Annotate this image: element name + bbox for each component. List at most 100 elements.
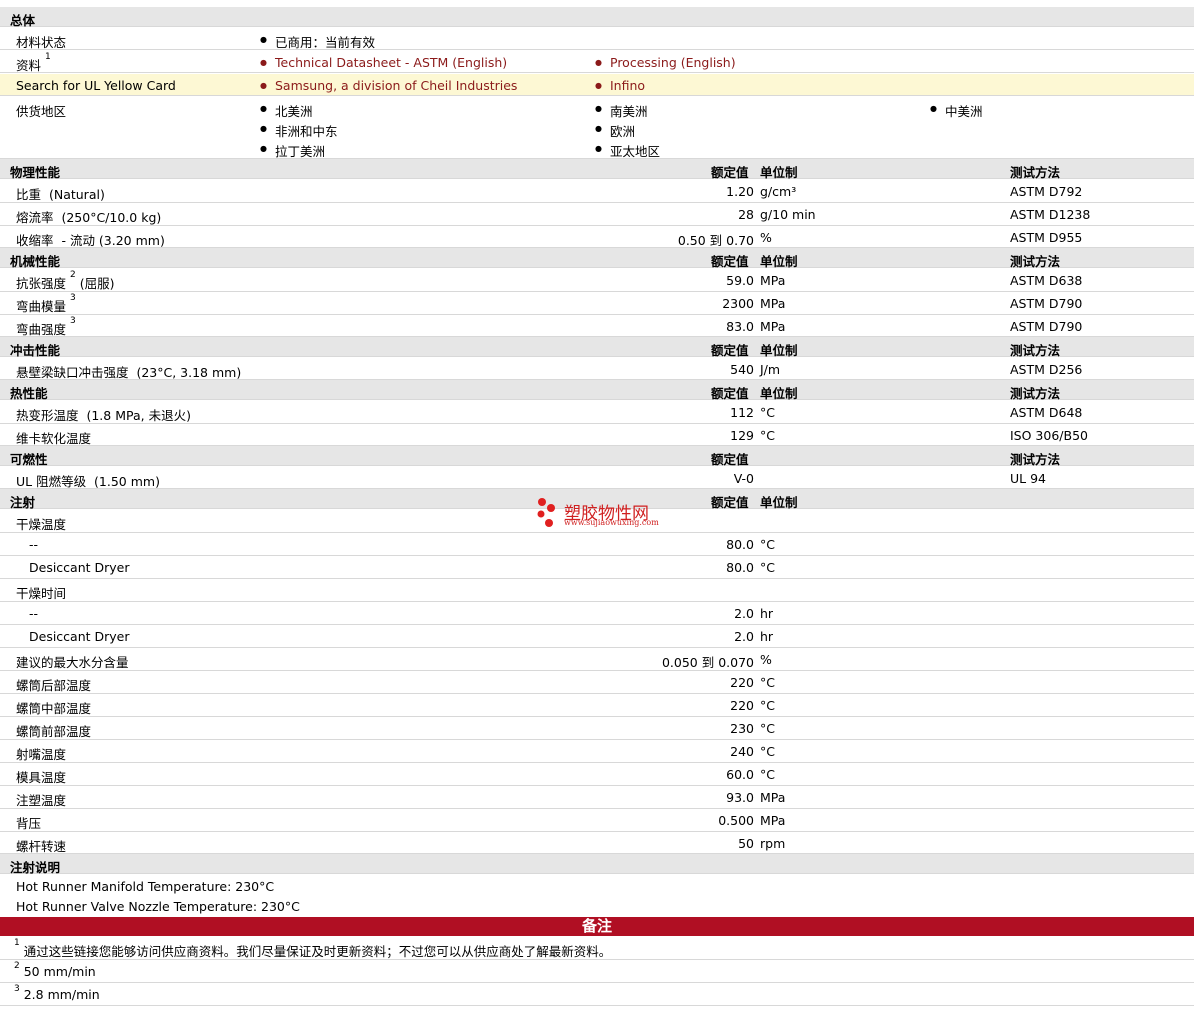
- docs-row: 资料 1 Technical Datasheet - ASTM (English…: [0, 51, 1194, 73]
- property-row: UL 阻燃等级 (1.50 mm) V-0 UL 94: [0, 467, 1194, 489]
- method-header: 测试方法: [1010, 452, 1061, 467]
- property-value: 112: [730, 405, 754, 420]
- nominal-header: 额定值: [711, 495, 749, 510]
- property-condition: (1.8 MPa, 未退火): [86, 408, 191, 423]
- property-unit: °C: [760, 537, 775, 552]
- property-name: 射嘴温度: [16, 747, 67, 762]
- property-name: Desiccant Dryer: [29, 629, 130, 644]
- property-name: 背压: [16, 816, 42, 831]
- property-name: 模具温度: [16, 770, 67, 785]
- property-unit: °C: [760, 767, 775, 782]
- notes-header: 备注: [0, 917, 1194, 936]
- region-item: 北美洲: [260, 101, 312, 120]
- property-name: 熔流率: [16, 210, 54, 225]
- property-value: 0.500: [718, 813, 754, 828]
- property-value: 220: [730, 698, 754, 713]
- property-condition: (1.50 mm): [94, 474, 160, 489]
- footnote-text: 通过这些链接您能够访问供应商资料。我们尽量保证及时更新资料；不过您可以从供应商处…: [23, 944, 612, 959]
- unit-header: 单位制: [760, 386, 798, 401]
- supplier-link[interactable]: Samsung, a division of Cheil Industries: [260, 78, 517, 93]
- property-row: 收缩率 - 流动 (3.20 mm) 0.50 到 0.70 % ASTM D9…: [0, 226, 1194, 248]
- property-name: --: [29, 606, 39, 621]
- property-unit: MPa: [760, 273, 786, 288]
- unit-header: 单位制: [760, 254, 798, 269]
- property-method: ASTM D955: [1010, 230, 1083, 245]
- property-unit: °C: [760, 405, 775, 420]
- section-thermal: 热性能 额定值 单位制 测试方法: [0, 380, 1194, 401]
- tech-datasheet-link[interactable]: Technical Datasheet - ASTM (English): [260, 55, 507, 70]
- property-row: 悬壁梁缺口冲击强度 (23°C, 3.18 mm) 540 J/m ASTM D…: [0, 358, 1194, 380]
- property-row: 注塑温度 93.0 MPa: [0, 786, 1194, 809]
- property-row: Desiccant Dryer 2.0 hr: [0, 625, 1194, 648]
- property-row: 建议的最大水分含量 0.050 到 0.070 %: [0, 648, 1194, 671]
- footnote-text: 2.8 mm/min: [23, 987, 100, 1002]
- method-header: 测试方法: [1010, 386, 1061, 401]
- property-row: 弯曲模量 3 2300 MPa ASTM D790: [0, 292, 1194, 315]
- property-value: 2.0: [734, 629, 754, 644]
- property-value: 93.0: [726, 790, 754, 805]
- property-row: 抗张强度 2 (屈服) 59.0 MPa ASTM D638: [0, 269, 1194, 292]
- property-unit: °C: [760, 675, 775, 690]
- property-row: 弯曲强度 3 83.0 MPa ASTM D790: [0, 315, 1194, 337]
- property-row: -- 80.0 °C: [0, 533, 1194, 556]
- property-name: 螺杆转速: [16, 839, 67, 854]
- section-flammability: 可燃性 额定值 测试方法: [0, 446, 1194, 467]
- property-value: 28: [738, 207, 754, 222]
- ul-card-label: Search for UL Yellow Card: [16, 78, 176, 93]
- logo-dots-icon: [537, 498, 555, 527]
- property-unit: %: [760, 230, 772, 245]
- property-row: 螺筒中部温度 220 °C: [0, 694, 1194, 717]
- property-row: 螺筒后部温度 220 °C: [0, 671, 1194, 694]
- property-value: 2300: [722, 296, 754, 311]
- nominal-header: 额定值: [711, 254, 749, 269]
- unit-header: 单位制: [760, 495, 798, 510]
- property-value: V-0: [733, 471, 754, 486]
- property-name: 热变形温度: [16, 408, 79, 423]
- property-row: -- 2.0 hr: [0, 602, 1194, 625]
- section-impact: 冲击性能 额定值 单位制 测试方法: [0, 337, 1194, 358]
- property-value: 230: [730, 721, 754, 736]
- property-unit: °C: [760, 560, 775, 575]
- material-status-label: 材料状态: [16, 35, 67, 50]
- region-item: 非洲和中东: [260, 121, 337, 140]
- brand-link[interactable]: Infino: [595, 78, 645, 93]
- property-name: 收缩率: [16, 233, 54, 248]
- property-value: 220: [730, 675, 754, 690]
- method-header: 测试方法: [1010, 343, 1061, 358]
- region-item: 亚太地区: [595, 141, 660, 160]
- property-value: 540: [730, 362, 754, 377]
- property-name: Desiccant Dryer: [29, 560, 130, 575]
- section-general: 总体: [0, 7, 1194, 28]
- processing-link[interactable]: Processing (English): [595, 55, 736, 70]
- footnote-text: 50 mm/min: [23, 964, 96, 979]
- property-unit: hr: [760, 606, 774, 621]
- injection-notes-body: Hot Runner Manifold Temperature: 230°C H…: [0, 875, 1194, 917]
- section-title: 物理性能: [10, 165, 61, 180]
- property-unit: °C: [760, 721, 775, 736]
- property-value: 0.50 到 0.70: [677, 233, 754, 248]
- property-condition: (23°C, 3.18 mm): [136, 365, 242, 380]
- region-item: 欧洲: [595, 121, 635, 140]
- property-name: 维卡软化温度: [16, 431, 92, 446]
- property-unit: rpm: [760, 836, 786, 851]
- property-name: 螺筒前部温度: [16, 724, 92, 739]
- property-value: 83.0: [726, 319, 754, 334]
- property-condition: (屈服): [79, 276, 115, 291]
- property-value: 80.0: [726, 537, 754, 552]
- note-line: Hot Runner Valve Nozzle Temperature: 230…: [16, 899, 300, 914]
- property-value: 2.0: [734, 606, 754, 621]
- property-method: ASTM D792: [1010, 184, 1083, 199]
- property-condition: (Natural): [48, 187, 105, 202]
- nominal-header: 额定值: [711, 386, 749, 401]
- section-title: 可燃性: [10, 452, 48, 467]
- property-method: ASTM D648: [1010, 405, 1083, 420]
- property-condition: (250°C/10.0 kg): [61, 210, 162, 225]
- property-unit: g/cm³: [760, 184, 797, 199]
- supply-region-row: 供货地区 北美洲 非洲和中东 拉丁美洲 南美洲 欧洲 亚太地区 中美洲: [0, 97, 1194, 159]
- property-unit: °C: [760, 428, 775, 443]
- property-name: 注塑温度: [16, 793, 67, 808]
- property-name: 弯曲模量: [16, 299, 67, 314]
- section-title: 总体: [10, 13, 36, 28]
- property-unit: J/m: [760, 362, 781, 377]
- property-method: ASTM D790: [1010, 319, 1083, 334]
